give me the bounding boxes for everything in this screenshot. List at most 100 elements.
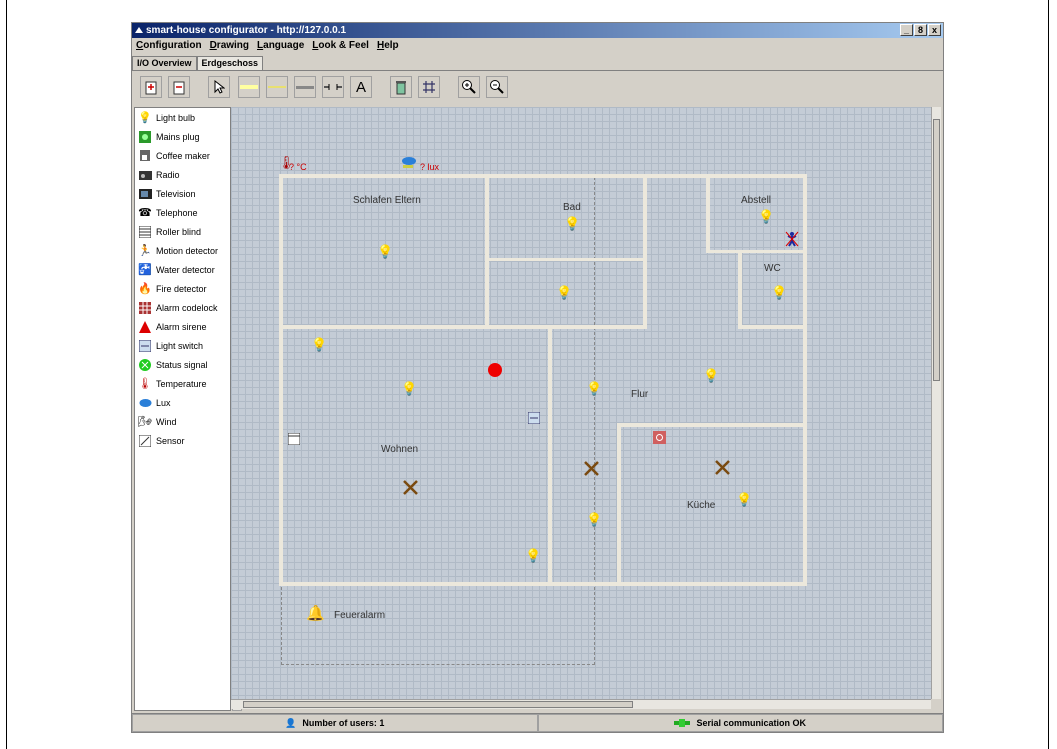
canvas-horizontal-scrollbar[interactable] — [231, 699, 931, 709]
zoom-in-button[interactable] — [458, 76, 480, 98]
palette-radio[interactable]: Radio — [135, 165, 230, 184]
menu-configuration[interactable]: Configuration — [136, 38, 202, 54]
tab-strip: I/O Overview Erdgeschoss — [132, 56, 264, 70]
light-bulb-icon[interactable]: 💡 — [703, 369, 719, 382]
add-floor-icon — [145, 81, 157, 95]
text-tool-button[interactable]: A — [350, 76, 372, 98]
room-label-abstell: Abstell — [741, 195, 772, 206]
lux-sensor-icon[interactable] — [401, 156, 417, 168]
wall-kueche-left — [617, 423, 621, 586]
palette-telephone[interactable]: ☎ Telephone — [135, 203, 230, 222]
add-floor-button[interactable] — [140, 76, 162, 98]
palette-television[interactable]: Television — [135, 184, 230, 203]
menu-help[interactable]: Help — [377, 38, 399, 54]
pointer-button[interactable] — [208, 76, 230, 98]
palette-label: Lux — [156, 397, 171, 408]
palette-label: Telephone — [156, 207, 198, 218]
menu-language[interactable]: Language — [257, 38, 304, 54]
palette-label: Temperature — [156, 378, 207, 389]
palette-roller-blind[interactable]: Roller blind — [135, 222, 230, 241]
door-tool-button[interactable] — [322, 76, 344, 98]
alarm-sirene-icon — [138, 320, 152, 334]
palette-light-switch[interactable]: Light switch — [135, 336, 230, 355]
maximize-button[interactable]: 8 — [914, 24, 927, 36]
roller-blind-icon[interactable] — [288, 433, 300, 445]
palette-label: Roller blind — [156, 226, 202, 237]
close-button[interactable]: x — [928, 24, 941, 36]
remove-floor-button[interactable] — [168, 76, 190, 98]
light-bulb-icon[interactable]: 💡 — [564, 217, 580, 230]
light-bulb-icon[interactable]: 💡 — [758, 210, 774, 223]
wall-schlafen-bad — [485, 174, 489, 329]
light-bulb-icon[interactable]: 💡 — [401, 382, 417, 395]
palette-label: Light switch — [156, 340, 204, 351]
palette-motion-detector[interactable]: 🏃 Motion detector — [135, 241, 230, 260]
minimize-button[interactable]: _ — [900, 24, 913, 36]
palette-sensor[interactable]: Sensor — [135, 431, 230, 450]
tab-erdgeschoss[interactable]: Erdgeschoss — [196, 56, 264, 70]
wall-kueche-top — [617, 423, 806, 427]
palette-coffee-maker[interactable]: Coffee maker — [135, 146, 230, 165]
fan-icon[interactable] — [715, 460, 730, 475]
yellow-line-button[interactable] — [238, 76, 260, 98]
fire-detector-icon: 🔥 — [138, 283, 152, 295]
light-switch-icon[interactable] — [528, 412, 540, 424]
motion-detector-icon[interactable] — [785, 231, 799, 247]
menu-look-and-feel[interactable]: Look & Feel — [312, 38, 369, 54]
palette-alarm-sirene[interactable]: Alarm sirene — [135, 317, 230, 336]
light-bulb-icon[interactable]: 💡 — [586, 382, 602, 395]
palette-label: Status signal — [156, 359, 208, 370]
grid-toggle-button[interactable] — [418, 76, 440, 98]
lux-readout: ? lux — [420, 162, 440, 172]
zoom-out-button[interactable] — [486, 76, 508, 98]
fan-icon[interactable] — [403, 480, 418, 495]
wall-right — [803, 174, 807, 586]
fan-icon[interactable] — [584, 461, 599, 476]
tab-io-overview[interactable]: I/O Overview — [132, 56, 197, 70]
light-bulb-icon[interactable]: 💡 — [736, 493, 752, 506]
palette-light-bulb[interactable]: 💡 Light bulb — [135, 108, 230, 127]
vertical-scroll-thumb[interactable] — [933, 119, 940, 381]
wall-top — [279, 174, 806, 178]
app-icon — [135, 27, 143, 33]
palette-water-detector[interactable]: 🚰 Water detector — [135, 260, 230, 279]
bell-icon[interactable]: 🔔 — [306, 606, 325, 621]
sensor-icon — [138, 434, 152, 448]
status-serial: Serial communication OK — [537, 714, 943, 732]
palette-mains-plug[interactable]: Mains plug — [135, 127, 230, 146]
light-bulb-icon[interactable]: 💡 — [556, 286, 572, 299]
palette-label: Alarm codelock — [156, 302, 218, 313]
palette-fire-detector[interactable]: 🔥 Fire detector — [135, 279, 230, 298]
palette-status-signal[interactable]: Status signal — [135, 355, 230, 374]
alarm-codelock-icon[interactable] — [653, 431, 666, 444]
wall-tool-button[interactable] — [294, 76, 316, 98]
menu-drawing[interactable]: Drawing — [210, 38, 249, 54]
palette-lux[interactable]: Lux — [135, 393, 230, 412]
zoom-out-icon — [490, 80, 504, 94]
light-bulb-icon[interactable]: 💡 — [586, 513, 602, 526]
trash-button[interactable] — [390, 76, 412, 98]
palette-temperature[interactable]: 🌡 Temperature — [135, 374, 230, 393]
floor-plan-canvas[interactable]: 🌡 ? °C ? lux Schlafen Eltern Bad Abstell… — [231, 107, 931, 699]
canvas-vertical-scrollbar[interactable] — [931, 107, 941, 699]
light-bulb-icon[interactable]: 💡 — [525, 549, 541, 562]
status-signal-icon — [138, 358, 152, 372]
wall-mid-horizontal — [279, 325, 645, 329]
palette-label: Radio — [156, 169, 180, 180]
light-bulb-icon[interactable]: 💡 — [771, 286, 787, 299]
palette-alarm-codelock[interactable]: Alarm codelock — [135, 298, 230, 317]
wall-abstell-bottom — [706, 250, 806, 253]
status-users: 👤 Number of users: 1 — [132, 714, 538, 732]
palette-label: Motion detector — [156, 245, 219, 256]
wall-wc-bottom — [738, 325, 806, 329]
yellow-line-button-2[interactable] — [266, 76, 288, 98]
light-bulb-icon[interactable]: 💡 — [311, 338, 327, 351]
palette-wind[interactable]: 🌬 Wind — [135, 412, 230, 431]
status-signal-red-icon[interactable] — [488, 363, 502, 377]
horizontal-scroll-thumb[interactable] — [243, 701, 633, 708]
palette-label: Water detector — [156, 264, 215, 275]
app-window: smart-house configurator - http://127.0.… — [131, 22, 944, 733]
serial-connection-icon — [674, 719, 691, 727]
light-bulb-icon[interactable]: 💡 — [377, 245, 393, 258]
title-bar: smart-house configurator - http://127.0.… — [132, 23, 943, 38]
